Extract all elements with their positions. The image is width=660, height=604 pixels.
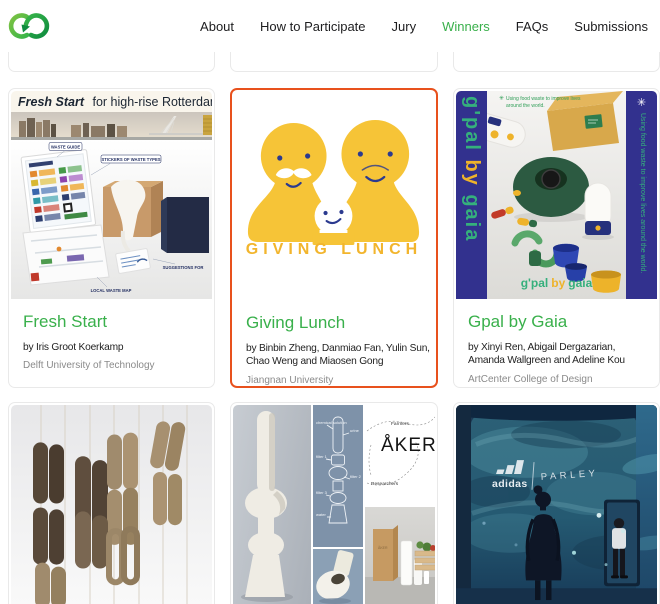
project-card-felt-pods[interactable]: [8, 402, 215, 604]
giving-lunch-caption: GIVING LUNCH: [234, 241, 434, 259]
project-card-gpal-by-gaia[interactable]: g'pal by gaia ✳ Using food waste to impr…: [453, 88, 660, 388]
project-affiliation: Jiangnan University: [246, 375, 422, 386]
diagram-label: urine: [350, 428, 360, 433]
gpal-vertical-tagline: Using food waste to improve lives around…: [636, 111, 647, 291]
project-authors: by Binbin Zheng, Danmiao Fan, Yulin Sun,…: [246, 342, 422, 369]
adidas-wordmark: adidas: [492, 479, 528, 490]
project-authors: by Iris Groot Koerkamp: [23, 341, 200, 354]
label-suggestions: SUGGESTIONS FOR: [163, 265, 204, 270]
gpal-image[interactable]: g'pal by gaia ✳ Using food waste to impr…: [456, 91, 657, 299]
researchers-label: Researchers: [371, 481, 399, 487]
aker-collage: chemical solution urine filter 1 filter …: [233, 405, 435, 604]
aker-logo-panel: Farmers Researchers ÅKER: [365, 405, 435, 505]
next-row-grid: chemical solution urine filter 1 filter …: [8, 402, 660, 604]
previous-card-bottom[interactable]: [453, 52, 660, 72]
asterisk-icon: ✳: [499, 96, 504, 109]
project-card-adidas-parley[interactable]: adidas PARLEY: [453, 402, 660, 604]
diagram-label: chemical solution: [316, 420, 347, 425]
nav-item-about[interactable]: About: [200, 19, 234, 34]
green-composter: [513, 157, 589, 222]
white-lamp: [582, 183, 614, 240]
vegetable-crate: [415, 541, 435, 570]
nav-item-submissions[interactable]: Submissions: [574, 19, 648, 34]
label-waste-guide: WASTE GUIDE: [51, 144, 81, 149]
project-title[interactable]: Gpal by Gaia: [468, 312, 645, 332]
label-stickers: STICKERS OF WASTE TYPES: [101, 157, 160, 162]
diagram-label: water: [316, 512, 326, 517]
tower-building: [203, 115, 212, 135]
banner-title: Fresh Start: [18, 95, 85, 109]
giving-lunch-info: Giving Lunch by Binbin Zheng, Danmiao Fa…: [232, 302, 436, 386]
fresh-start-image[interactable]: Fresh Start for high-rise Rotterdam: [11, 91, 212, 299]
svg-text:Fresh Start for high: Fresh Start for high-rise Rotterdam: [18, 95, 212, 109]
previous-card-bottom[interactable]: [230, 52, 438, 72]
gpal-vertical-wordmark: g'pal by gaia: [456, 91, 487, 242]
white-tray: [487, 105, 528, 150]
giving-lunch-image[interactable]: GIVING LUNCH: [234, 92, 434, 300]
aker-column-photo: [233, 405, 311, 604]
aker-diagram-panel: chemical solution urine filter 1 filter …: [313, 405, 363, 547]
waste-guide-box: [21, 149, 96, 232]
diagram-label: filter 2: [350, 474, 362, 479]
nav-item-winners[interactable]: Winners: [442, 19, 490, 34]
gpal-top-tagline: ✳ Using food waste to improve lives arou…: [499, 96, 584, 109]
diagram-label: filter 1: [316, 454, 328, 459]
project-card-giving-lunch[interactable]: GIVING LUNCH Giving Lunch by Binbin Zhen…: [230, 88, 438, 388]
previous-row-partial: [8, 52, 660, 72]
aker-packaging-photo: ÅKER: [365, 507, 435, 604]
diagram-label: filter 3: [316, 490, 328, 495]
main-nav: About How to Participate Jury Winners FA…: [200, 19, 652, 34]
felt-pods-photo: [11, 405, 212, 604]
aker-detail-photo: [313, 549, 363, 604]
site-header: About How to Participate Jury Winners FA…: [0, 0, 660, 52]
project-affiliation: ArtCenter College of Design: [468, 374, 645, 385]
project-card-fresh-start[interactable]: Fresh Start for high-rise Rotterdam: [8, 88, 215, 388]
gpal-products: [487, 91, 626, 299]
project-title[interactable]: Giving Lunch: [246, 313, 422, 333]
gpal-left-bar: g'pal by gaia: [456, 91, 487, 299]
fresh-start-illustration: Fresh Start for high-rise Rotterdam: [11, 91, 212, 299]
winners-grid: Fresh Start for high-rise Rotterdam: [8, 88, 660, 388]
project-authors: by Xinyi Ren, Abigail Dergazarian, Amand…: [468, 341, 645, 368]
nav-item-jury[interactable]: Jury: [392, 19, 417, 34]
nav-item-how-to-participate[interactable]: How to Participate: [260, 19, 366, 34]
previous-card-bottom[interactable]: [8, 52, 215, 72]
gpal-product-photo: ✳ Using food waste to improve lives arou…: [487, 91, 626, 299]
project-title[interactable]: Fresh Start: [23, 312, 200, 332]
fresh-start-info: Fresh Start by Iris Groot Koerkamp Delft…: [9, 301, 214, 371]
asterisk-icon: ✳: [637, 91, 646, 111]
label-map: LOCAL WASTE MAP: [91, 288, 132, 293]
adidas-parley-photo: adidas PARLEY: [456, 405, 657, 604]
circular-economy-loop-logo[interactable]: [8, 10, 52, 42]
local-waste-map: [23, 225, 109, 285]
navy-bin: [161, 197, 209, 253]
aker-logo: ÅKER: [381, 435, 435, 456]
gpal-right-bar: ✳ Using food waste to improve lives arou…: [626, 91, 657, 299]
project-card-aker[interactable]: chemical solution urine filter 1 filter …: [230, 402, 438, 604]
banner-subtitle: for high-rise Rotterdam: [92, 95, 212, 109]
gpal-caption-wordmark: g'palbygaia: [487, 276, 626, 290]
bag-logo: ÅKER: [378, 545, 388, 550]
project-affiliation: Delft University of Technology: [23, 360, 200, 371]
nav-item-faqs[interactable]: FAQs: [516, 19, 549, 34]
farmers-label: Farmers: [391, 421, 409, 427]
giving-lunch-illustration: [234, 92, 434, 300]
gpal-info: Gpal by Gaia by Xinyi Ren, Abigail Derga…: [454, 301, 659, 385]
